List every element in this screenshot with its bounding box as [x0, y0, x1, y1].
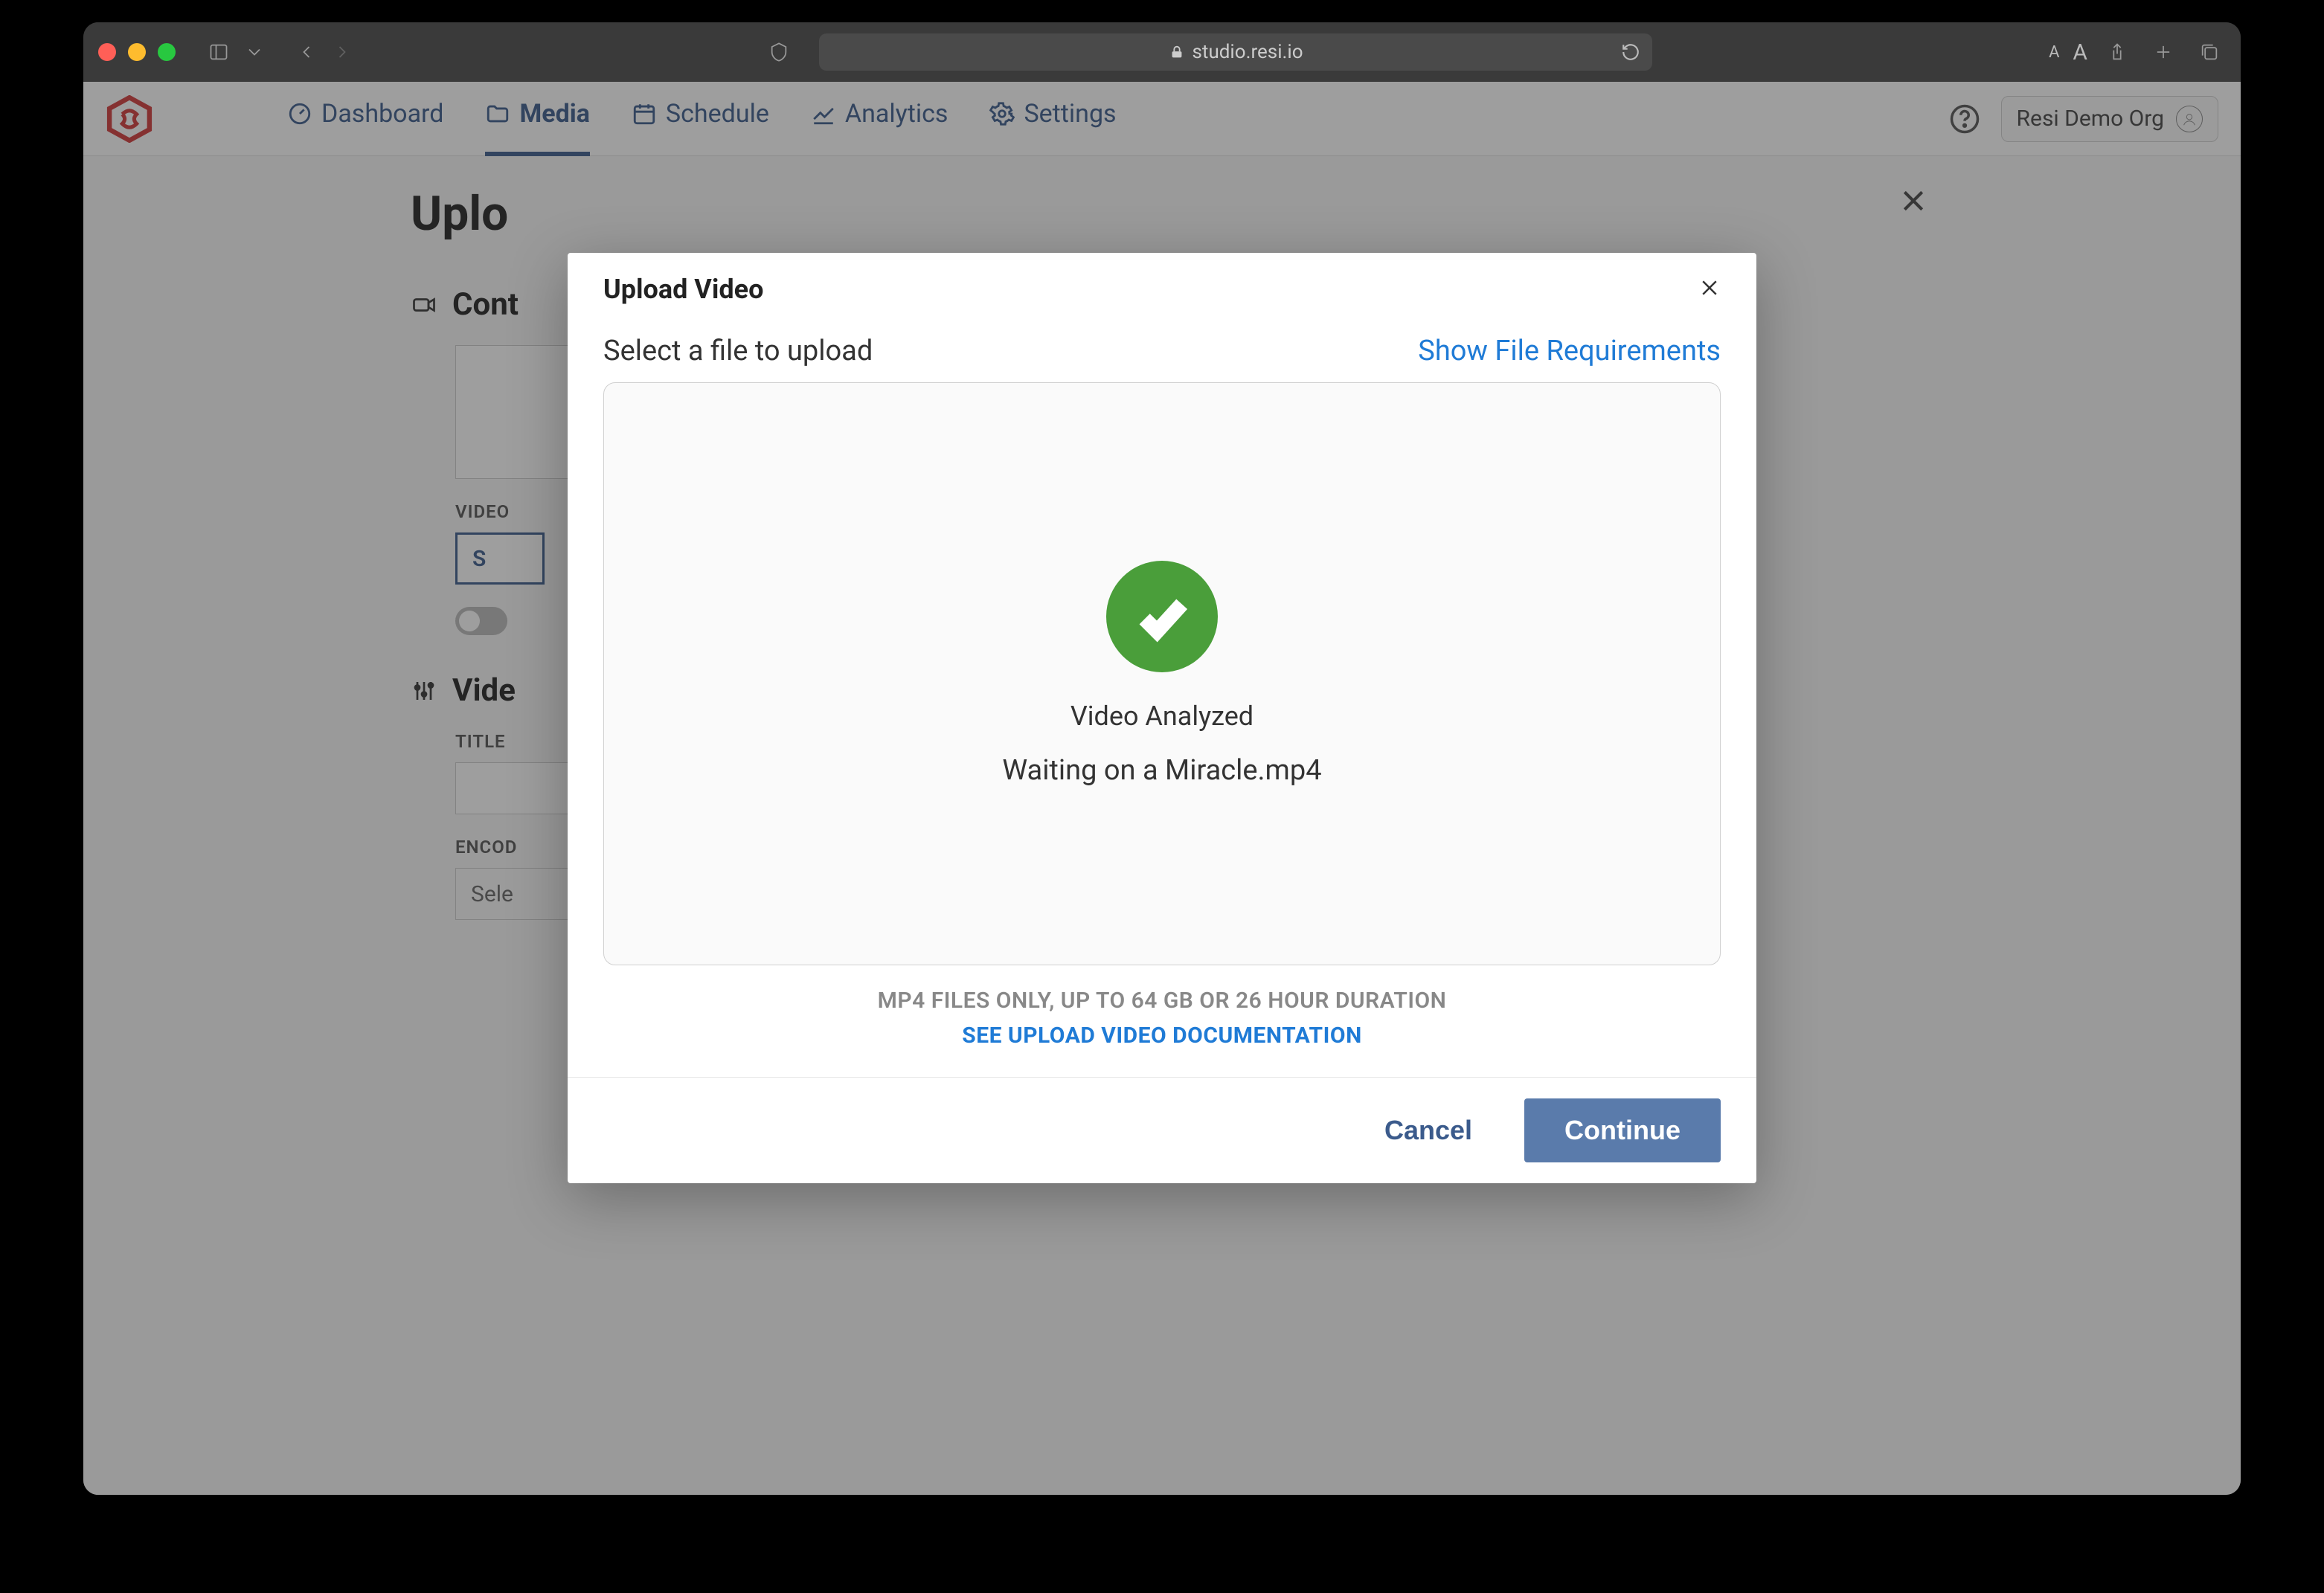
back-button[interactable]	[290, 37, 323, 67]
select-file-label: Select a file to upload	[603, 335, 873, 367]
text-size-large[interactable]: A	[2073, 39, 2087, 65]
show-requirements-link[interactable]: Show File Requirements	[1418, 335, 1721, 367]
documentation-link[interactable]: SEE UPLOAD VIDEO DOCUMENTATION	[603, 1023, 1721, 1049]
lock-icon	[1169, 44, 1185, 60]
cancel-button[interactable]: Cancel	[1362, 1101, 1495, 1159]
browser-window: studio.resi.io A A	[83, 22, 2241, 1495]
chevron-down-icon[interactable]	[238, 37, 271, 67]
uploaded-filename: Waiting on a Miracle.mp4	[1002, 754, 1321, 787]
close-icon	[1698, 277, 1721, 299]
share-icon[interactable]	[2101, 37, 2134, 67]
file-dropzone[interactable]: Video Analyzed Waiting on a Miracle.mp4	[603, 382, 1721, 965]
maximize-window-button[interactable]	[158, 43, 176, 61]
new-tab-icon[interactable]	[2147, 37, 2180, 67]
forward-button[interactable]	[326, 37, 359, 67]
upload-video-modal: Upload Video Select a file to upload Sho…	[568, 253, 1756, 1183]
success-check-icon	[1106, 561, 1218, 672]
file-hint-text: MP4 FILES ONLY, UP TO 64 GB OR 26 HOUR D…	[603, 988, 1721, 1014]
privacy-shield-icon[interactable]	[763, 37, 795, 67]
text-size-small[interactable]: A	[2049, 43, 2059, 62]
titlebar: studio.resi.io A A	[83, 22, 2241, 82]
sidebar-toggle-icon[interactable]	[202, 37, 235, 67]
app-content: Dashboard Media Schedule Analytics Setti…	[83, 82, 2241, 1495]
close-window-button[interactable]	[98, 43, 116, 61]
continue-button[interactable]: Continue	[1524, 1098, 1721, 1162]
reload-icon[interactable]	[1621, 42, 1640, 62]
minimize-window-button[interactable]	[128, 43, 146, 61]
upload-status-text: Video Analyzed	[1070, 701, 1254, 732]
modal-close-button[interactable]	[1698, 277, 1721, 302]
tabs-icon[interactable]	[2193, 37, 2226, 67]
address-bar[interactable]: studio.resi.io	[819, 33, 1652, 71]
traffic-lights	[98, 43, 176, 61]
modal-title: Upload Video	[603, 274, 763, 305]
url-text: studio.resi.io	[1193, 41, 1303, 63]
